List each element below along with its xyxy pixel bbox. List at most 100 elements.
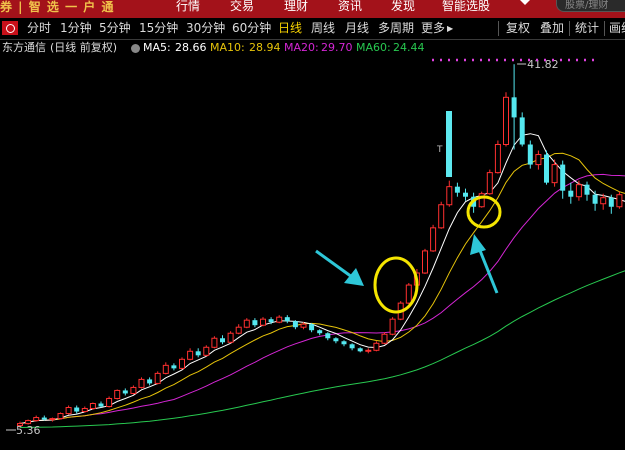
candle bbox=[616, 191, 623, 209]
candle bbox=[227, 331, 234, 344]
candle bbox=[544, 150, 549, 185]
candle bbox=[154, 371, 161, 385]
candle-body-up bbox=[300, 323, 307, 328]
candle bbox=[592, 190, 598, 211]
candle-body-up bbox=[535, 154, 542, 166]
candle-body-down bbox=[309, 324, 315, 331]
candle-body-down bbox=[292, 321, 298, 328]
candle bbox=[349, 343, 355, 351]
candle bbox=[535, 150, 542, 170]
candle-body-down bbox=[592, 194, 598, 204]
candle bbox=[511, 64, 517, 150]
candle-body-up bbox=[430, 227, 437, 252]
candle-body-down bbox=[171, 365, 177, 369]
ma10-line bbox=[19, 152, 625, 425]
candle-body-up bbox=[187, 350, 194, 360]
arrow-head bbox=[470, 234, 486, 255]
candle bbox=[405, 283, 412, 305]
candle bbox=[130, 385, 137, 395]
candle bbox=[57, 412, 64, 420]
candle-body-up bbox=[203, 346, 210, 356]
arrow-head bbox=[344, 268, 364, 286]
candle-body-up bbox=[33, 417, 40, 422]
candle-body-up bbox=[260, 318, 266, 326]
candle-body-up bbox=[503, 96, 509, 146]
candle-body-up bbox=[138, 378, 145, 388]
candle bbox=[463, 188, 468, 201]
candle-body-up bbox=[405, 284, 412, 304]
highlight-volume-bar bbox=[446, 111, 452, 177]
candle bbox=[65, 405, 72, 415]
candle bbox=[138, 377, 145, 389]
candle bbox=[252, 318, 258, 328]
candle-body-down bbox=[41, 417, 47, 420]
candle-body-up bbox=[211, 337, 218, 348]
candle bbox=[478, 191, 485, 208]
candle-body-down bbox=[74, 407, 80, 412]
ma20-line bbox=[19, 173, 625, 425]
candle-body-down bbox=[584, 184, 590, 195]
candle bbox=[309, 323, 315, 333]
candle bbox=[365, 348, 372, 354]
candle bbox=[235, 324, 242, 335]
candle-body-up bbox=[243, 319, 250, 328]
candle bbox=[89, 402, 96, 410]
candle bbox=[81, 406, 88, 413]
candle-body-down bbox=[560, 164, 566, 191]
candle-body-up bbox=[486, 172, 493, 195]
candle bbox=[74, 405, 80, 414]
candle-body-down bbox=[325, 333, 331, 339]
candle bbox=[494, 140, 501, 174]
candle bbox=[114, 389, 121, 400]
candle-body-up bbox=[616, 194, 623, 208]
candle bbox=[292, 320, 298, 330]
candle bbox=[373, 341, 380, 352]
candle bbox=[357, 347, 363, 353]
candle bbox=[486, 169, 493, 195]
candle bbox=[284, 315, 290, 324]
candle bbox=[147, 377, 153, 386]
candle-body-down bbox=[544, 154, 549, 183]
candle bbox=[243, 318, 250, 329]
candlestick-chart[interactable]: 41.825.36T bbox=[0, 0, 625, 450]
candle bbox=[325, 332, 331, 341]
candle-body-down bbox=[98, 403, 104, 407]
candle bbox=[211, 336, 218, 349]
candle-body-down bbox=[268, 319, 274, 323]
candle bbox=[162, 362, 169, 375]
candle bbox=[446, 180, 453, 207]
candle-body-down bbox=[463, 192, 468, 197]
candle bbox=[106, 396, 113, 408]
candle bbox=[276, 315, 283, 324]
candle-body-down bbox=[511, 97, 517, 118]
candle-body-down bbox=[349, 344, 355, 349]
candle-body-down bbox=[317, 330, 323, 334]
candle-body-down bbox=[341, 341, 347, 345]
candle-body-up bbox=[389, 318, 396, 335]
candle-body-down bbox=[195, 351, 201, 356]
candle bbox=[49, 417, 56, 422]
candle-body-up bbox=[57, 413, 64, 420]
candle bbox=[560, 160, 566, 199]
annotation-arrow-up bbox=[470, 234, 499, 294]
low-price-label: 5.36 bbox=[16, 424, 41, 437]
candle bbox=[575, 180, 582, 201]
candle-body-up bbox=[235, 326, 242, 334]
candle-body-up bbox=[373, 342, 380, 351]
candle-body-down bbox=[220, 338, 225, 343]
candle-body-up bbox=[551, 164, 558, 184]
candle bbox=[438, 201, 445, 229]
candle bbox=[503, 92, 509, 147]
arrow-shaft bbox=[315, 249, 353, 279]
tick-mark-label: T bbox=[436, 145, 443, 155]
candle bbox=[33, 415, 40, 422]
candle-body-up bbox=[381, 333, 388, 344]
candle-body-up bbox=[365, 349, 372, 352]
candle bbox=[317, 329, 323, 336]
candle-body-down bbox=[527, 144, 533, 165]
candle-body-down bbox=[568, 190, 574, 197]
candle-body-up bbox=[89, 402, 96, 410]
candle-body-up bbox=[494, 144, 501, 174]
candle bbox=[422, 248, 428, 275]
candle-body-up bbox=[65, 407, 72, 415]
